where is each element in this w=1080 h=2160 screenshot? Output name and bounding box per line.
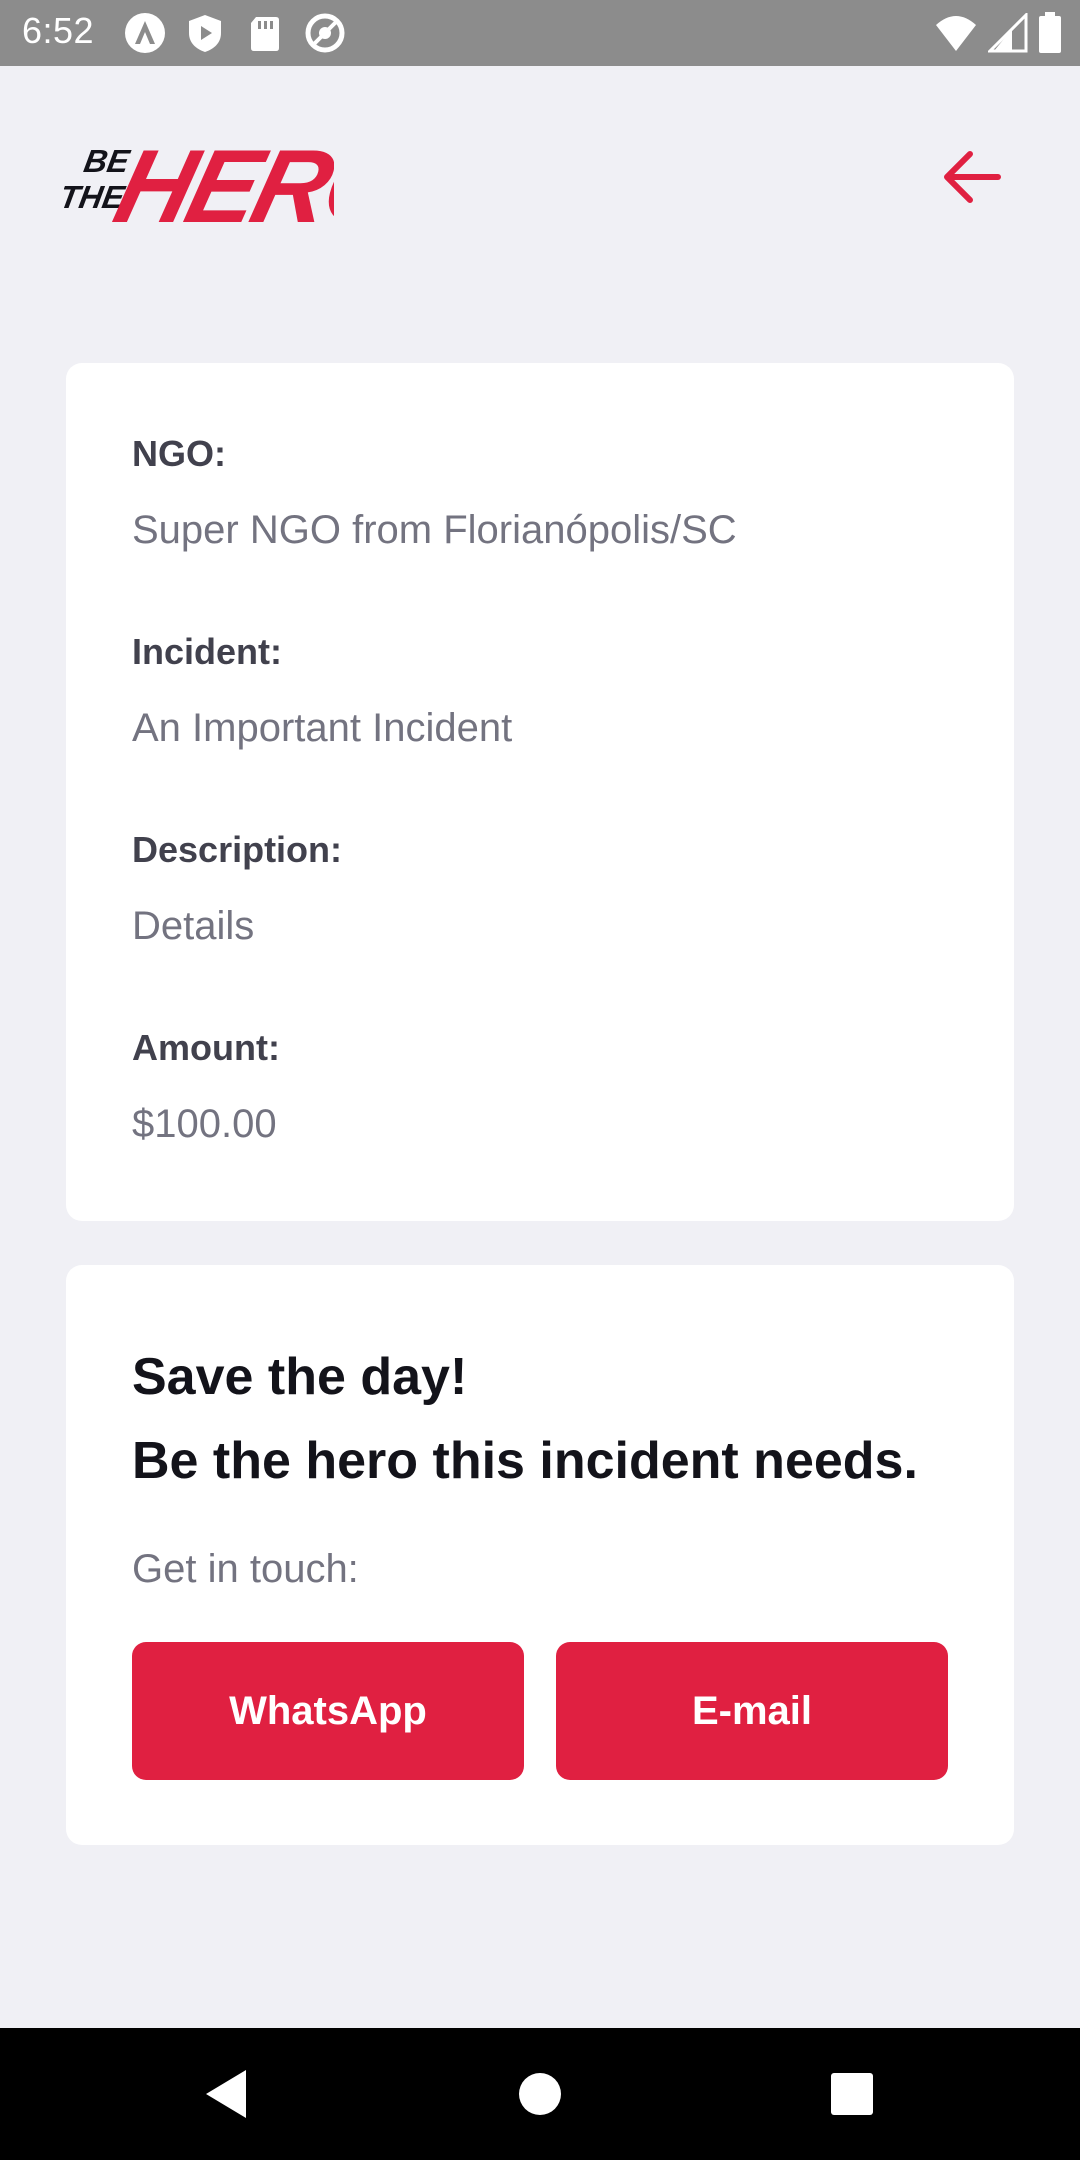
svg-text:HERO: HERO: [104, 128, 334, 238]
status-bar: 6:52: [0, 0, 1080, 66]
back-button[interactable]: [935, 140, 1009, 214]
nav-home-icon: [519, 2073, 561, 2115]
amount-value: $100.00: [132, 1102, 277, 1146]
nav-back-icon: [206, 2070, 246, 2118]
wifi-icon: [934, 13, 978, 58]
ngo-value: Super NGO from Florianópolis/SC: [132, 508, 737, 552]
shield-play-icon: [184, 12, 226, 54]
amount-label: Amount:: [132, 1027, 280, 1068]
battery-icon: [1038, 12, 1062, 59]
android-auto-icon: [124, 12, 166, 54]
whatsapp-button[interactable]: WhatsApp: [132, 1642, 524, 1780]
nav-back-button[interactable]: [200, 2066, 256, 2122]
nav-recents-button[interactable]: [824, 2066, 880, 2122]
hero-title-line2: Be the hero this incident needs.: [132, 1432, 918, 1490]
incident-value: An Important Incident: [132, 706, 513, 750]
arrow-left-icon: [944, 151, 1001, 203]
navigation-bar: [0, 2028, 1080, 2160]
status-icons-right: [934, 11, 1062, 59]
sd-card-icon: [244, 12, 286, 54]
incident-details-card: NGO: Super NGO from Florianópolis/SC Inc…: [66, 363, 1014, 1221]
description-label: Description:: [132, 829, 343, 870]
nav-home-button[interactable]: [512, 2066, 568, 2122]
get-in-touch-label: Get in touch:: [132, 1547, 359, 1591]
status-time: 6:52: [22, 10, 95, 51]
at-sign-icon: [304, 12, 346, 54]
incident-label: Incident:: [132, 631, 282, 672]
nav-recents-icon: [831, 2073, 873, 2115]
ngo-label: NGO:: [132, 433, 226, 474]
email-button[interactable]: E-mail: [556, 1642, 948, 1780]
status-icons-left: [124, 12, 346, 54]
contact-card: Save the day! Be the hero this incident …: [66, 1265, 1014, 1845]
hero-title-line1: Save the day!: [132, 1348, 468, 1406]
signal-icon: [986, 11, 1028, 58]
description-value: Details: [132, 904, 255, 948]
be-the-hero-logo: BE THE HERO: [57, 118, 421, 244]
